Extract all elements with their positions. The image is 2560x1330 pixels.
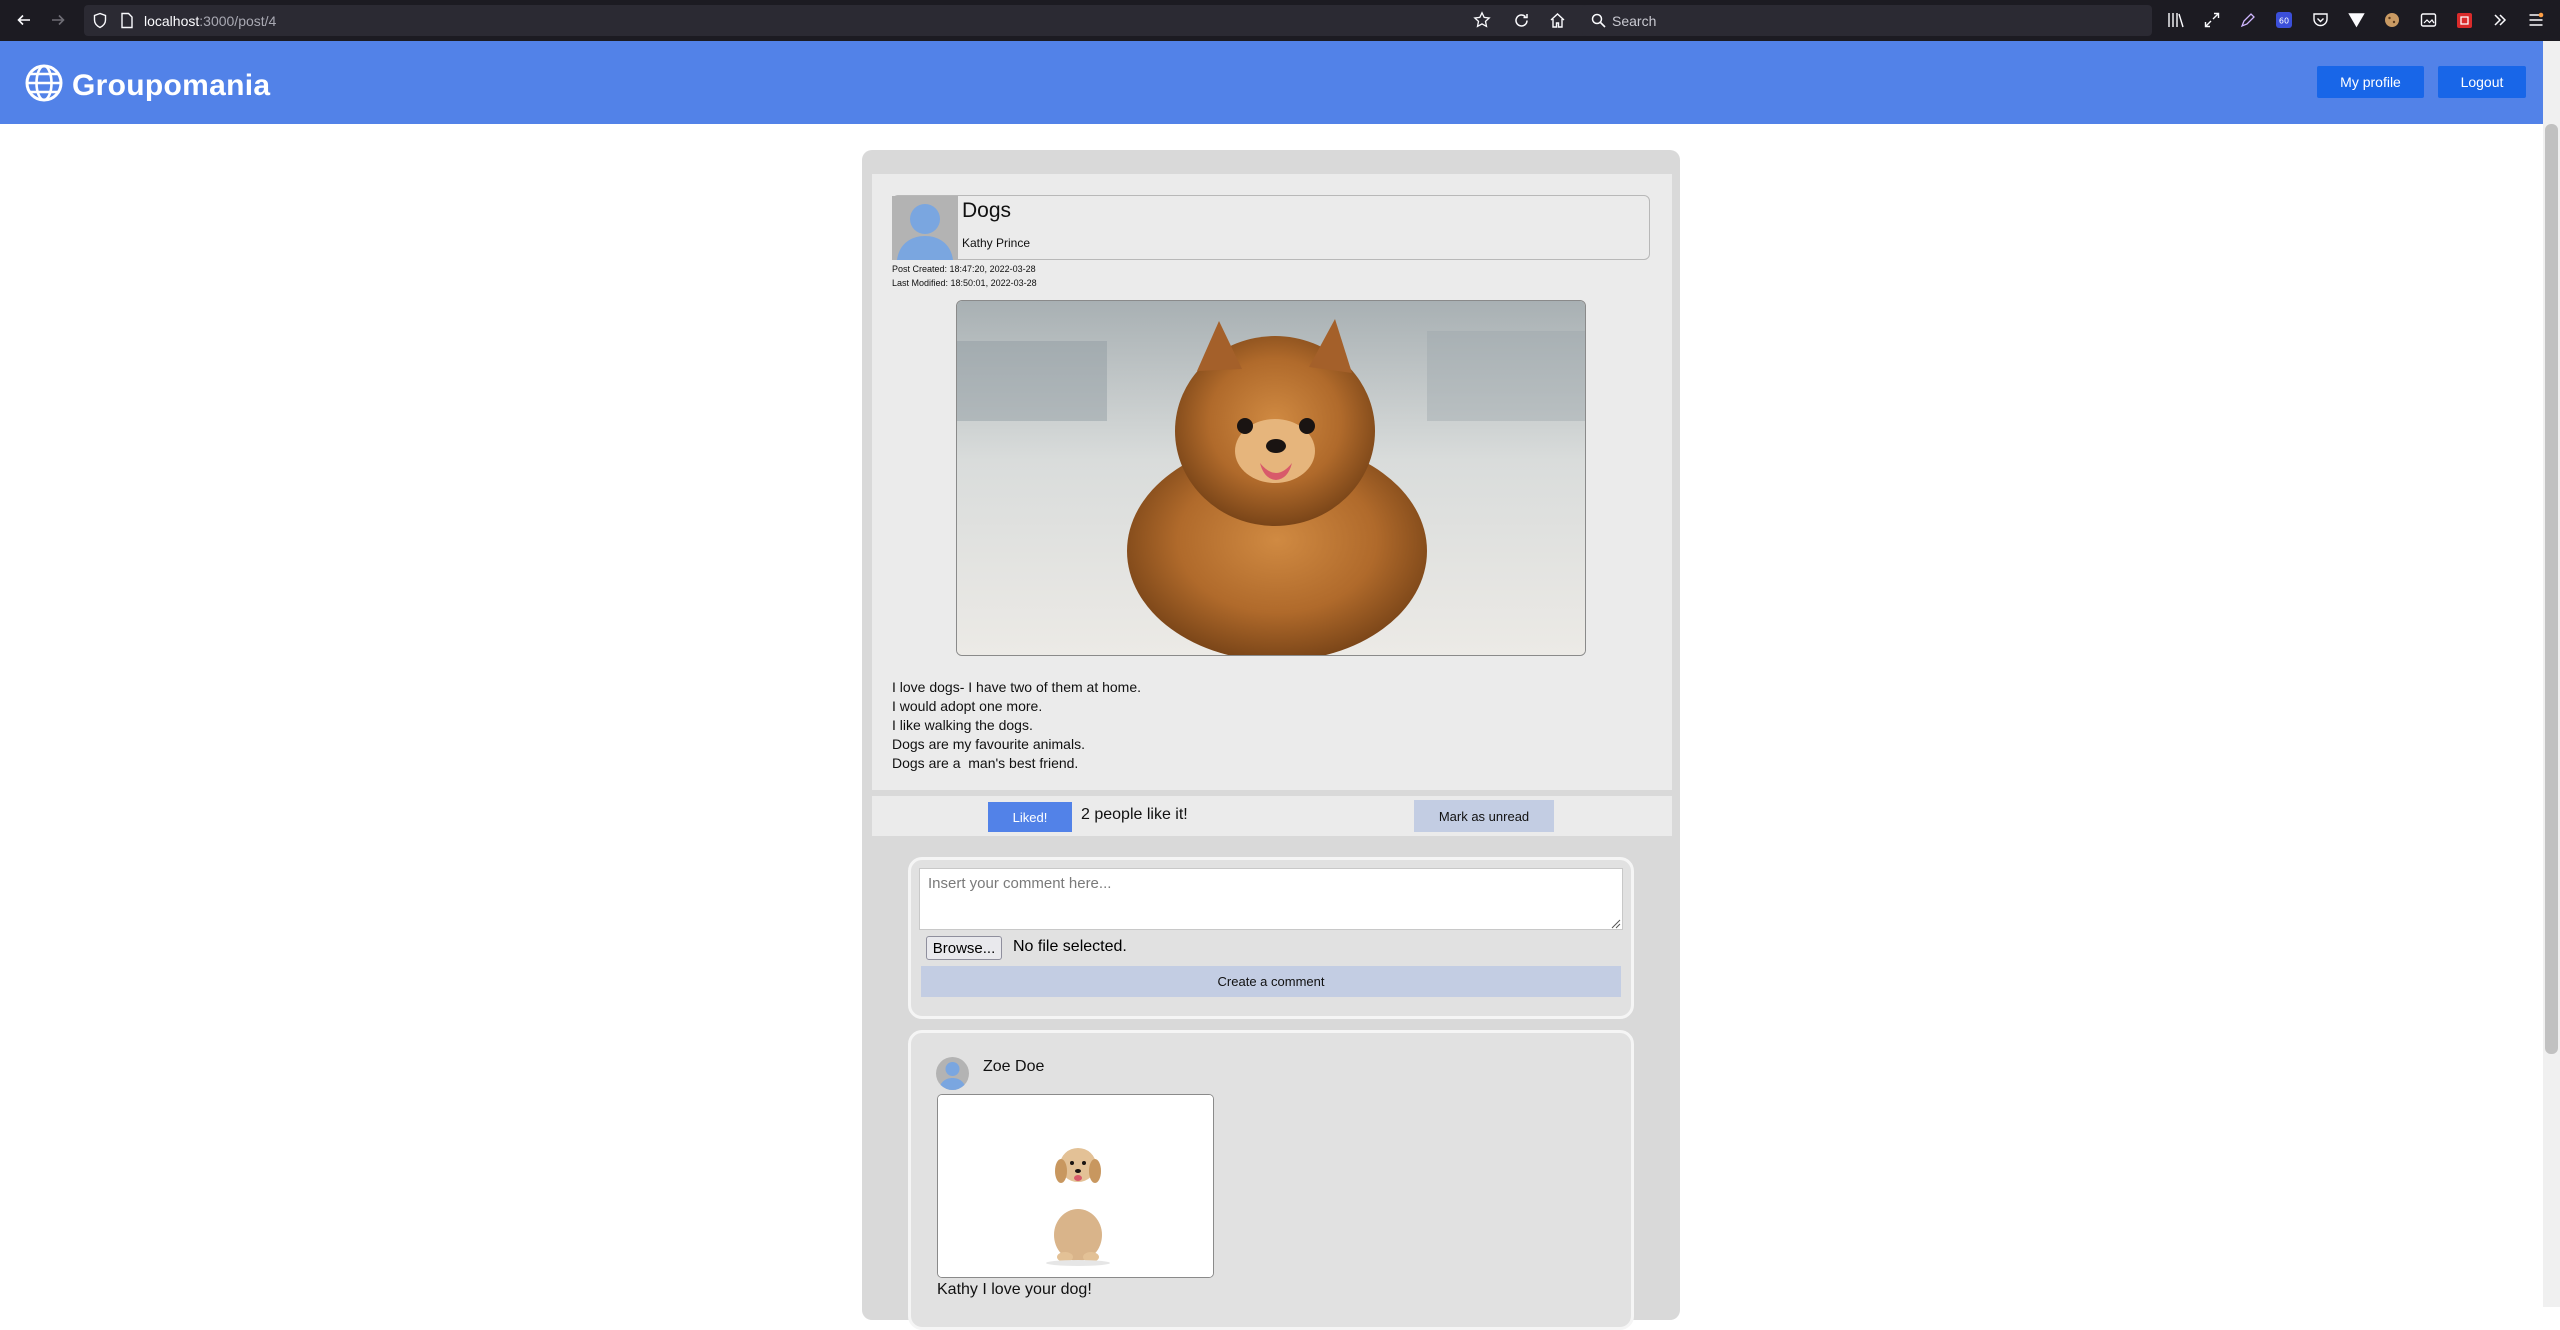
screenshot-icon[interactable] xyxy=(2417,9,2439,31)
logout-button[interactable]: Logout xyxy=(2438,66,2526,98)
post-line: Dogs are my favourite animals. xyxy=(892,736,1085,752)
search-icon xyxy=(1591,13,1606,33)
like-button[interactable]: Liked! xyxy=(988,802,1072,832)
comment-content: Kathy I love your dog! xyxy=(937,1280,1092,1300)
post-created: Post Created: 18:47:20, 2022-03-28 xyxy=(892,264,1036,274)
create-comment-button[interactable]: Create a comment xyxy=(921,966,1621,997)
search-placeholder: Search xyxy=(1612,13,1657,29)
browser-toolbar: localhost:3000/post/4 Search 60 xyxy=(0,0,2560,41)
svg-text:60: 60 xyxy=(2279,17,2289,26)
post-content: I love dogs- I have two of them at home.… xyxy=(892,678,1141,773)
scrollbar-thumb[interactable] xyxy=(2545,124,2558,1054)
home-icon[interactable] xyxy=(1546,9,1568,31)
comment-input[interactable]: Insert your comment here... xyxy=(919,868,1623,930)
post-modified: Last Modified: 18:50:01, 2022-03-28 xyxy=(892,278,1037,288)
menu-icon[interactable] xyxy=(2525,9,2547,31)
pocket-icon[interactable] xyxy=(2309,9,2331,31)
browser-search-input[interactable]: Search xyxy=(1582,5,2152,36)
brand-logo[interactable]: Groupomania xyxy=(24,63,270,108)
comment-image xyxy=(937,1094,1214,1278)
post-line: I love dogs- I have two of them at home. xyxy=(892,679,1142,695)
fullscreen-icon[interactable] xyxy=(2201,9,2223,31)
url-text: localhost:3000/post/4 xyxy=(144,13,276,29)
mark-unread-button[interactable]: Mark as unread xyxy=(1414,800,1554,832)
app-header: Groupomania My profile Logout xyxy=(0,41,2543,124)
post-title: Dogs xyxy=(962,199,1012,222)
likes-count: 2 people like it! xyxy=(1081,806,1188,823)
post-line: Dogs are a man's best friend. xyxy=(892,755,1079,771)
url-host: localhost xyxy=(144,13,200,29)
cookie-icon[interactable] xyxy=(2381,9,2403,31)
post-image xyxy=(956,300,1586,656)
page-icon xyxy=(120,12,134,34)
library-icon[interactable] xyxy=(2165,9,2187,31)
file-status: No file selected. xyxy=(1013,938,1127,955)
browse-button[interactable]: Browse... xyxy=(926,936,1002,960)
comment-line: Kathy I love your dog! xyxy=(937,1281,1092,1298)
avatar-icon xyxy=(936,1057,969,1090)
post-author: Kathy Prince xyxy=(962,236,1031,250)
resize-grip-icon[interactable] xyxy=(1609,916,1621,929)
comment-author: Zoe Doe xyxy=(983,1058,1045,1075)
overflow-icon[interactable] xyxy=(2489,9,2511,31)
forward-icon[interactable] xyxy=(46,8,70,32)
shield-icon[interactable] xyxy=(92,12,108,34)
pen-icon[interactable] xyxy=(2237,9,2259,31)
my-profile-button[interactable]: My profile xyxy=(2317,66,2424,98)
brand-name: Groupomania xyxy=(72,68,271,102)
post-line: I would adopt one more. xyxy=(892,698,1043,714)
avatar-icon xyxy=(892,196,958,260)
back-icon[interactable] xyxy=(12,8,36,32)
post-line: I like walking the dogs. xyxy=(892,717,1033,733)
url-bar[interactable]: localhost:3000/post/4 xyxy=(84,5,1590,36)
extension-red-icon[interactable] xyxy=(2453,9,2475,31)
extension-icon[interactable]: 60 xyxy=(2273,9,2295,31)
star-icon[interactable] xyxy=(1473,11,1491,34)
vpn-icon[interactable] xyxy=(2345,9,2367,31)
reload-icon[interactable] xyxy=(1510,9,1532,31)
globe-icon xyxy=(24,63,64,108)
url-path: :3000/post/4 xyxy=(199,13,277,29)
